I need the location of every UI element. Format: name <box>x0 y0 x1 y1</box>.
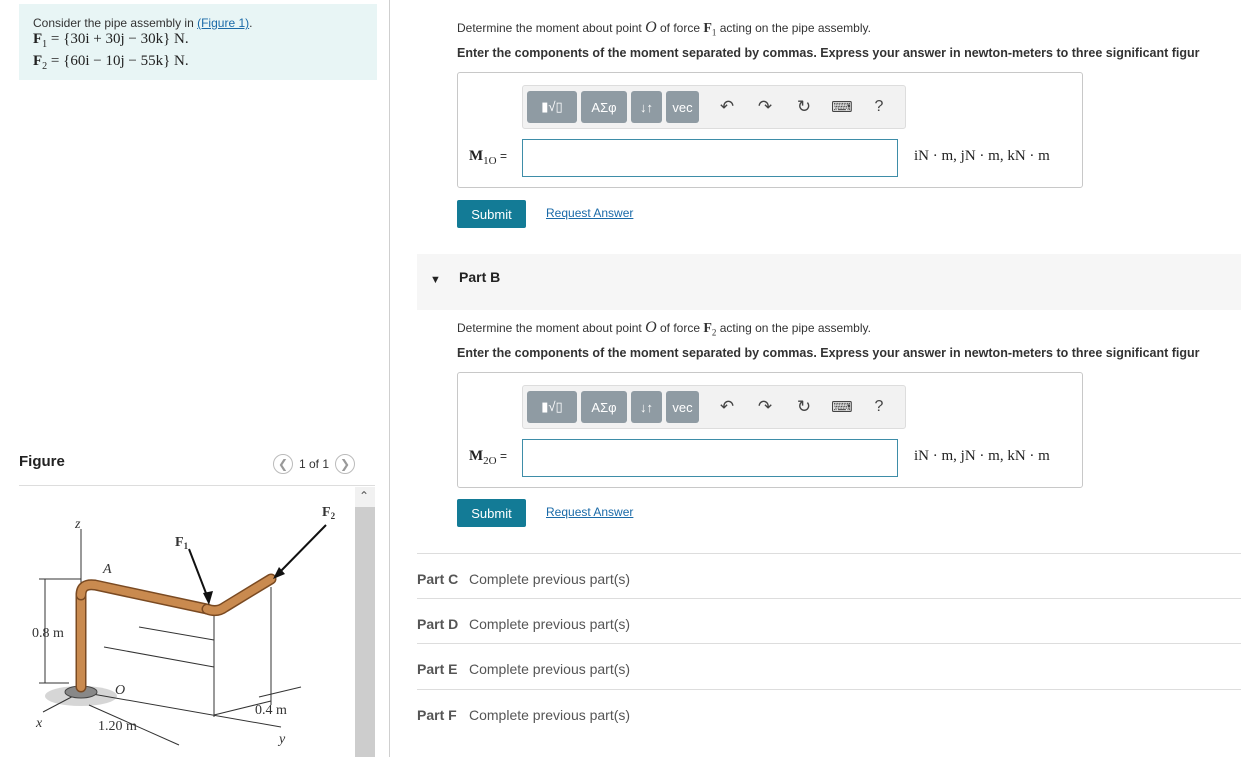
problem-intro: Consider the pipe assembly in <box>33 16 194 30</box>
part-d-row: Part D Complete previous part(s) <box>417 598 1241 644</box>
chevron-up-icon[interactable]: ⌃ <box>359 489 369 503</box>
part-c-status: Complete previous part(s) <box>469 571 631 587</box>
chevron-left-icon[interactable]: ❮ <box>273 454 293 474</box>
part-b-answer-box: ▮√▯ ΑΣφ ↓↑ vec ↶ ↷ ↻ ⌨ ? M2O = iN · m, j… <box>457 372 1083 488</box>
figure-scrollbar[interactable]: ⌃ <box>355 487 375 757</box>
caret-down-icon[interactable]: ▼ <box>430 274 441 286</box>
part-a-request-answer-link[interactable]: Request Answer <box>546 206 633 220</box>
dim-04-label: 0.4 m <box>255 703 287 718</box>
figure-pager: ❮ 1 of 1 ❯ <box>273 454 356 474</box>
z-axis-label: z <box>74 517 81 532</box>
f1-label: F1 <box>175 535 189 551</box>
point-a-label: A <box>102 562 112 577</box>
figure-divider <box>19 485 375 486</box>
left-panel: Consider the pipe assembly in (Figure 1)… <box>0 0 390 757</box>
pipe-horizontal <box>77 580 211 613</box>
part-a-answer-label: M1O = <box>469 148 507 167</box>
part-b-answer-label: M2O = <box>469 448 507 467</box>
part-b-units: iN · m, jN · m, kN · m <box>914 448 1050 464</box>
part-f-row: Part F Complete previous part(s) <box>417 689 1241 735</box>
y-axis-label: y <box>277 732 286 747</box>
vector-button[interactable]: vec <box>666 391 699 423</box>
redo-icon[interactable]: ↷ <box>752 391 778 423</box>
panel-divider <box>389 0 390 757</box>
point-o-label: O <box>115 683 125 698</box>
reset-icon[interactable]: ↻ <box>791 391 817 423</box>
arrows-button[interactable]: ↓↑ <box>631 91 662 123</box>
redo-icon[interactable]: ↷ <box>752 91 778 123</box>
x-axis-label: x <box>35 716 43 731</box>
vector-button[interactable]: vec <box>666 91 699 123</box>
arrows-button[interactable]: ↓↑ <box>631 391 662 423</box>
part-b-instruction: Enter the components of the moment separ… <box>457 346 1200 360</box>
keyboard-icon[interactable]: ⌨ <box>829 91 855 123</box>
force-f1-equation: F1 = {30i + 30j − 30k} N. <box>33 31 189 50</box>
part-e-status: Complete previous part(s) <box>469 661 631 677</box>
scrollbar-thumb[interactable] <box>355 507 375 757</box>
f2-label: F2 <box>322 505 336 521</box>
templates-button[interactable]: ▮√▯ <box>527 391 577 423</box>
part-d-label: Part D <box>417 616 459 632</box>
part-a-math-toolbar: ▮√▯ ΑΣφ ↓↑ vec ↶ ↷ ↻ ⌨ ? <box>522 85 906 129</box>
templates-button[interactable]: ▮√▯ <box>527 91 577 123</box>
part-c-label: Part C <box>417 571 459 587</box>
part-b-header[interactable]: ▼ Part B <box>417 254 1241 310</box>
problem-text: Consider the pipe assembly in (Figure 1)… <box>33 16 252 75</box>
part-d-status: Complete previous part(s) <box>469 616 631 632</box>
help-button[interactable]: ? <box>866 91 892 123</box>
part-a-answer-box: ▮√▯ ΑΣφ ↓↑ vec ↶ ↷ ↻ ⌨ ? M1O = iN · m, j… <box>457 72 1083 188</box>
undo-icon[interactable]: ↶ <box>714 91 740 123</box>
dim-08-label: 0.8 m <box>32 626 64 641</box>
figure-page-count: 1 of 1 <box>299 457 330 471</box>
problem-statement: Consider the pipe assembly in (Figure 1)… <box>19 4 377 80</box>
figure-link[interactable]: (Figure 1) <box>197 16 249 30</box>
part-b-request-answer-link[interactable]: Request Answer <box>546 505 633 519</box>
part-b-label: Part B <box>459 269 501 285</box>
greek-symbols-button[interactable]: ΑΣφ <box>581 91 627 123</box>
figure-heading: Figure <box>19 453 65 470</box>
part-b-math-toolbar: ▮√▯ ΑΣφ ↓↑ vec ↶ ↷ ↻ ⌨ ? <box>522 385 906 429</box>
part-a-instruction: Enter the components of the moment separ… <box>457 46 1200 60</box>
pipe-assembly-figure: z x y A O F1 F2 0.8 m 1.20 m 0.4 m <box>32 505 336 747</box>
part-a-submit-button[interactable]: Submit <box>457 200 526 228</box>
force-f2-arrow <box>276 524 327 576</box>
part-a-question: Determine the moment about point O of fo… <box>457 19 871 38</box>
part-e-row: Part E Complete previous part(s) <box>417 643 1241 689</box>
part-a-answer-input[interactable] <box>522 139 898 177</box>
part-f-label: Part F <box>417 707 457 723</box>
chevron-right-icon[interactable]: ❯ <box>335 454 356 474</box>
right-panel: Determine the moment about point O of fo… <box>417 0 1241 757</box>
part-e-label: Part E <box>417 661 458 677</box>
part-c-row: Part C Complete previous part(s) <box>417 553 1241 599</box>
keyboard-icon[interactable]: ⌨ <box>829 391 855 423</box>
dim-04-line <box>258 686 302 698</box>
reset-icon[interactable]: ↻ <box>791 91 817 123</box>
part-a-units: iN · m, jN · m, kN · m <box>914 148 1050 164</box>
help-button[interactable]: ? <box>866 391 892 423</box>
force-f2-equation: F2 = {60i − 10j − 55k} N. <box>33 53 189 72</box>
part-b-submit-button[interactable]: Submit <box>457 499 526 527</box>
part-f-status: Complete previous part(s) <box>469 707 631 723</box>
part-b-question: Determine the moment about point O of fo… <box>457 319 871 338</box>
greek-symbols-button[interactable]: ΑΣφ <box>581 391 627 423</box>
part-b-answer-input[interactable] <box>522 439 898 477</box>
dim-120-label: 1.20 m <box>98 719 137 734</box>
undo-icon[interactable]: ↶ <box>714 391 740 423</box>
